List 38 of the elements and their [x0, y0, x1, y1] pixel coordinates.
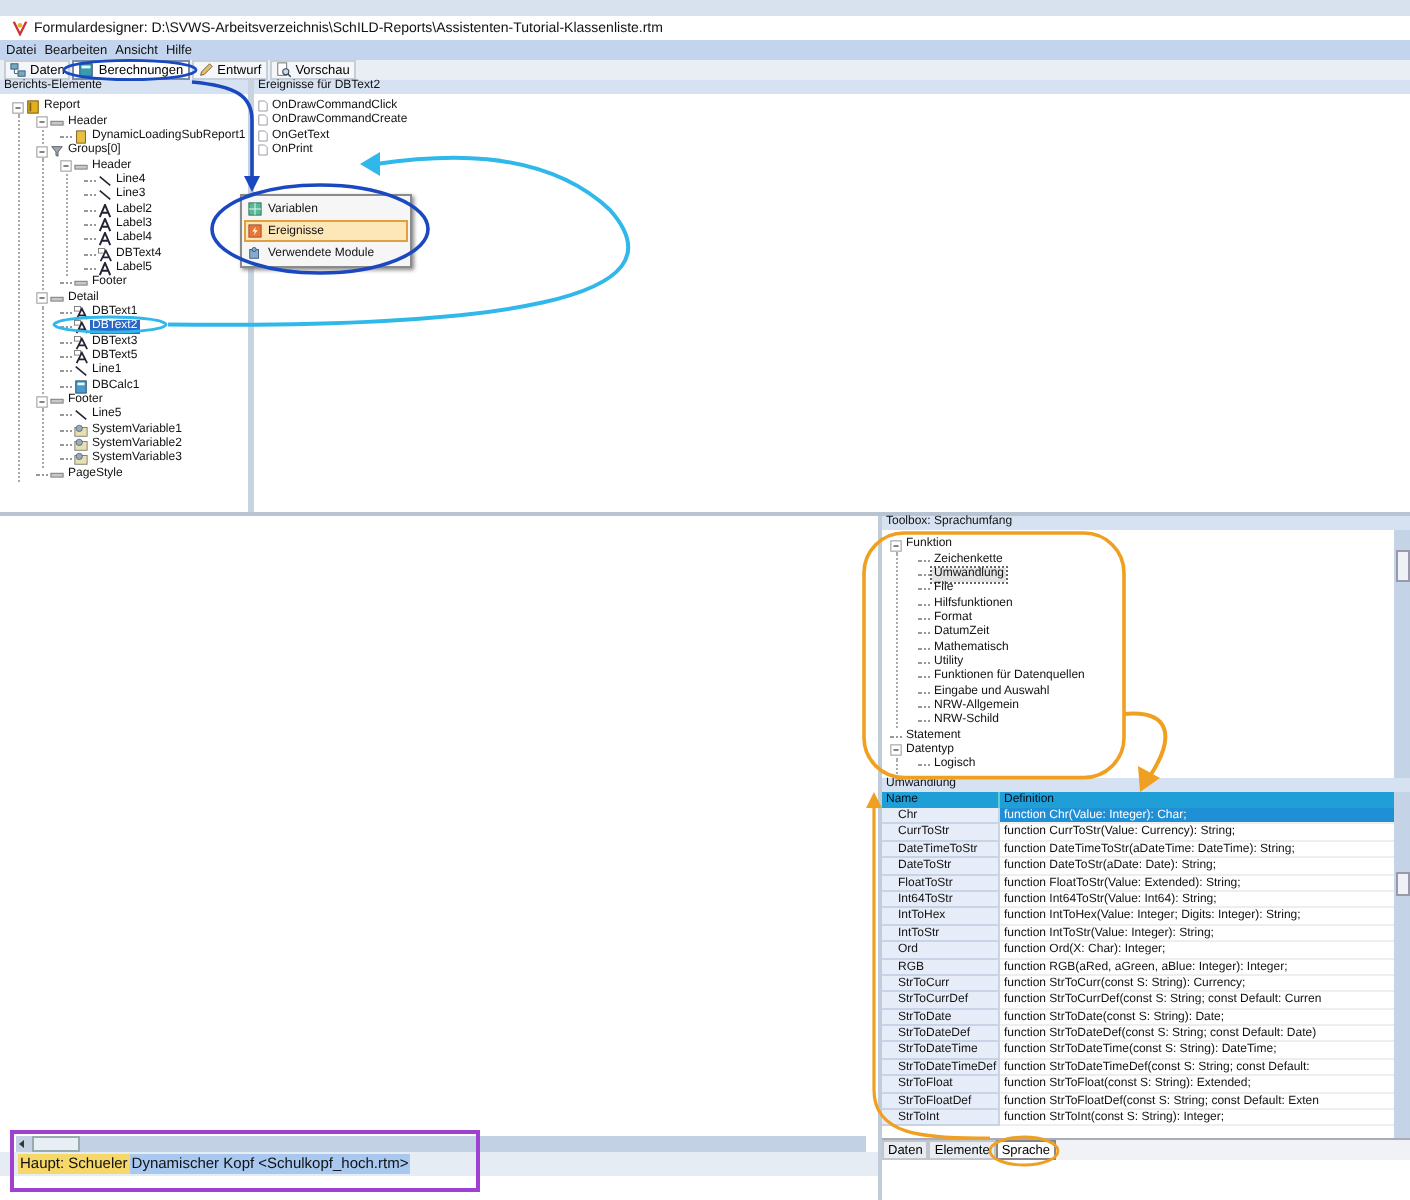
- bar-icon: [50, 115, 64, 130]
- horizontal-scrollbar[interactable]: [16, 1136, 866, 1152]
- vertical-scrollbar[interactable]: [1394, 530, 1410, 778]
- line-icon: [74, 364, 88, 379]
- expand-toggle-icon[interactable]: [36, 116, 48, 129]
- scroll-thumb[interactable]: [32, 1136, 80, 1152]
- grid-icon: [248, 202, 262, 216]
- bar-icon: [50, 291, 64, 306]
- table-icon: [10, 62, 26, 78]
- scroll-thumb[interactable]: [1396, 550, 1410, 582]
- bar-icon: [74, 159, 88, 174]
- document-icon: [74, 129, 88, 144]
- funnel-icon: [50, 144, 64, 159]
- calculator-icon: [74, 379, 88, 394]
- highlight-ellipse: [62, 59, 198, 81]
- expand-toggle-icon[interactable]: [12, 101, 24, 114]
- expand-toggle-icon[interactable]: [36, 395, 48, 408]
- bar-icon: [74, 276, 88, 291]
- lightning-icon: [248, 224, 262, 238]
- puzzle-icon: [248, 246, 262, 260]
- bar-icon: [50, 467, 64, 482]
- expand-toggle-icon[interactable]: [890, 539, 902, 552]
- bar-icon: [50, 394, 64, 409]
- letter-icon: [98, 261, 112, 276]
- expand-toggle-icon[interactable]: [36, 145, 48, 158]
- line-icon: [74, 408, 88, 423]
- app-icon: [12, 20, 28, 36]
- highlight-ellipse: [988, 1135, 1060, 1167]
- pointer-arrow: [1123, 711, 1168, 792]
- letter-field-icon: [98, 247, 112, 262]
- book-icon: [26, 100, 40, 115]
- vertical-scrollbar[interactable]: [1394, 792, 1410, 1138]
- expand-toggle-icon[interactable]: [890, 744, 902, 757]
- highlight-ellipse: [52, 315, 168, 334]
- left-arrow-icon[interactable]: [16, 1138, 28, 1150]
- expand-toggle-icon[interactable]: [36, 292, 48, 305]
- scroll-thumb[interactable]: [1396, 872, 1410, 896]
- expand-toggle-icon[interactable]: [60, 160, 72, 173]
